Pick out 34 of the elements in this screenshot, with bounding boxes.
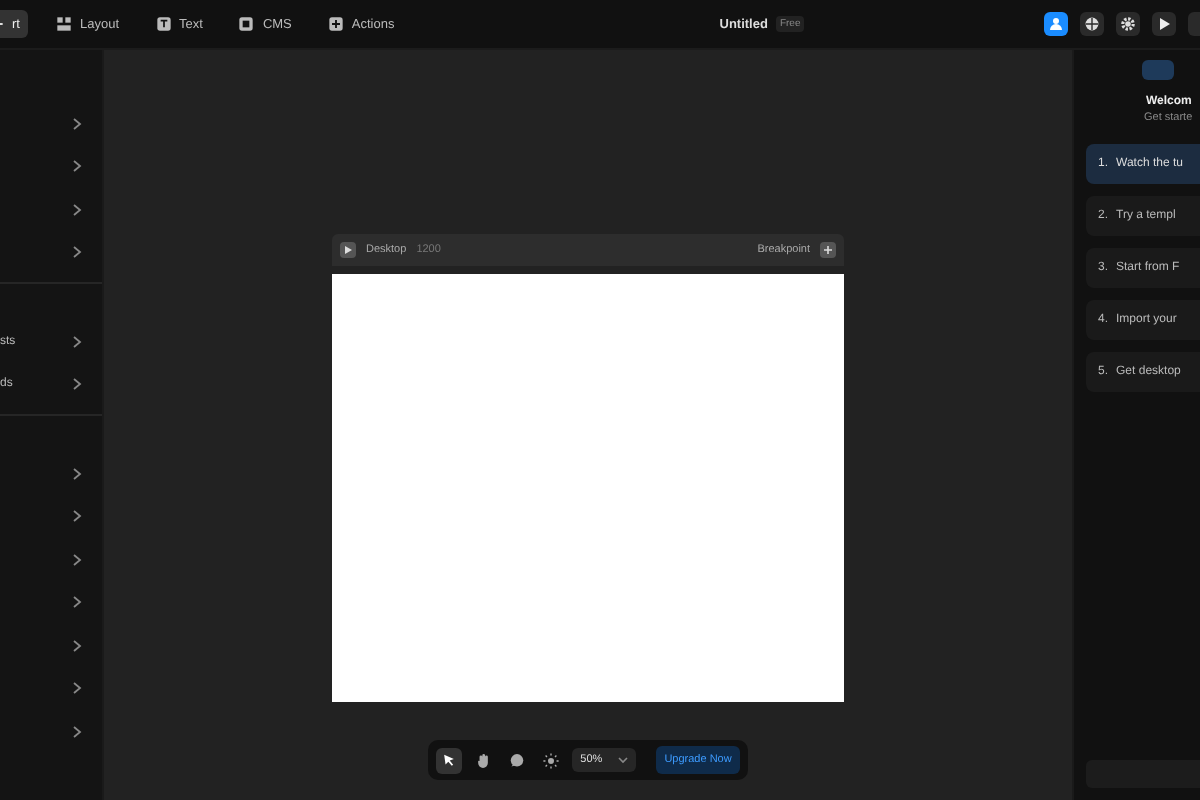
chevron-right-icon[interactable] <box>72 682 82 695</box>
chevron-right-icon[interactable] <box>72 553 82 566</box>
chevron-right-icon[interactable] <box>72 335 82 348</box>
settings-icon <box>1120 16 1136 32</box>
text-icon <box>155 16 172 32</box>
chevron-right-icon[interactable] <box>72 639 82 652</box>
chevron-right-icon[interactable] <box>72 117 82 130</box>
globe-button[interactable] <box>1080 12 1104 36</box>
person-icon <box>1048 16 1064 32</box>
chevron-right-icon[interactable] <box>72 203 82 216</box>
sun-tool[interactable] <box>538 747 565 773</box>
chevron-right-icon[interactable] <box>72 725 82 738</box>
settings-button[interactable] <box>1116 12 1140 36</box>
plus-icon[interactable] <box>820 242 836 258</box>
globe-icon <box>1084 16 1100 32</box>
pointer-tool[interactable] <box>436 747 463 773</box>
chevron-right-icon[interactable] <box>72 378 82 391</box>
play-icon[interactable] <box>340 242 356 258</box>
sun-icon <box>542 751 561 769</box>
chevron-down-icon <box>618 756 629 764</box>
chevron-right-icon[interactable] <box>72 246 82 259</box>
pointer-icon <box>440 751 459 769</box>
play-icon <box>1156 16 1172 32</box>
actions-icon <box>327 16 344 32</box>
chevron-right-icon[interactable] <box>72 596 82 609</box>
layout-icon <box>55 16 72 32</box>
comment-icon <box>508 751 527 769</box>
user-button[interactable] <box>1044 12 1068 36</box>
cms-icon <box>238 16 255 32</box>
chevron-right-icon[interactable] <box>72 510 82 523</box>
play-button[interactable] <box>1152 12 1176 36</box>
chevron-right-icon[interactable] <box>72 160 82 173</box>
chevron-right-icon[interactable] <box>72 467 82 480</box>
hand-icon <box>474 751 493 769</box>
